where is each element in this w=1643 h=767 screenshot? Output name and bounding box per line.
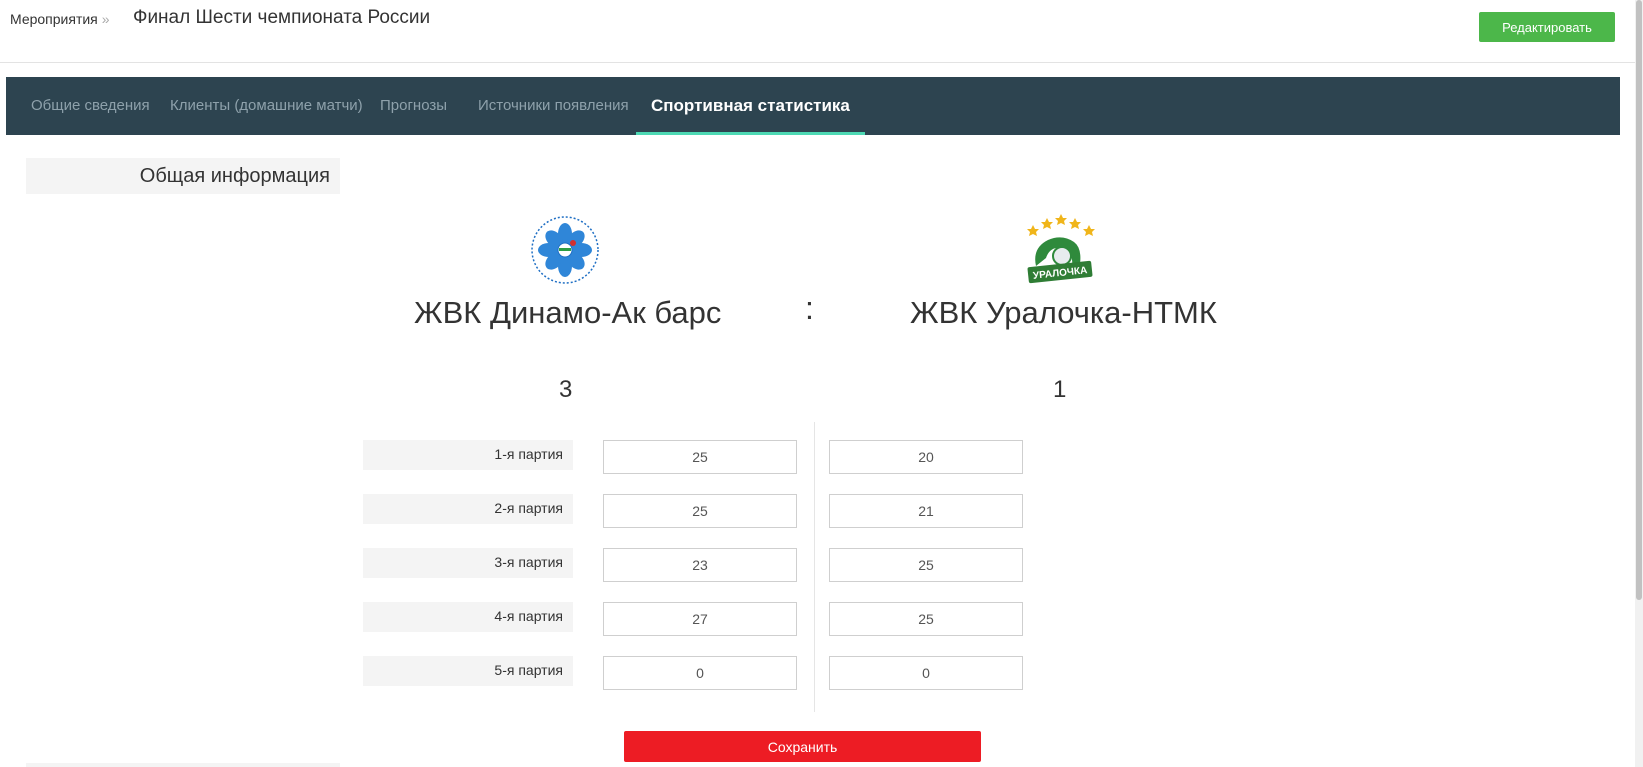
set-2-home-input[interactable]: [603, 494, 797, 528]
dinamo-kazan-logo: [530, 215, 600, 290]
score-separator: :: [805, 290, 814, 326]
home-team-name: ЖВК Динамо-Ак барс: [414, 295, 722, 330]
next-section-header: [26, 763, 340, 767]
set-1-away-input[interactable]: [829, 440, 1023, 474]
set-3-label: 3-я партия: [363, 548, 573, 578]
breadcrumb[interactable]: Мероприятия»: [10, 11, 110, 27]
page-title: Финал Шести чемпионата России: [133, 7, 431, 28]
tab-forecasts[interactable]: Прогнозы: [380, 77, 447, 135]
tab-bar: Общие сведения Клиенты (домашние матчи) …: [6, 77, 1620, 135]
tab-sports-statistics[interactable]: Спортивная статистика: [636, 77, 865, 135]
set-2-label: 2-я партия: [363, 494, 573, 524]
edit-button[interactable]: Редактировать: [1479, 12, 1615, 42]
set-5-away-input[interactable]: [829, 656, 1023, 690]
uralochka-logo: УРАЛОЧКА: [1022, 208, 1098, 291]
set-5-label: 5-я партия: [363, 656, 573, 686]
page-scrollbar[interactable]: [1635, 0, 1643, 767]
top-header: Мероприятия» Финал Шести чемпионата Росс…: [0, 0, 1635, 63]
breadcrumb-separator: »: [101, 11, 110, 27]
set-4-home-input[interactable]: [603, 602, 797, 636]
set-2-away-input[interactable]: [829, 494, 1023, 528]
set-1-home-input[interactable]: [603, 440, 797, 474]
away-team-name: ЖВК Уралочка-НТМК: [910, 295, 1217, 330]
scrollbar-thumb[interactable]: [1636, 0, 1642, 600]
section-title: Общая информация: [26, 158, 340, 194]
set-1-label: 1-я партия: [363, 440, 573, 470]
home-team-score: 3: [559, 376, 573, 403]
tab-clients-home-matches[interactable]: Клиенты (домашние матчи): [170, 77, 363, 135]
column-divider: [814, 422, 815, 712]
tab-general-info[interactable]: Общие сведения: [31, 77, 150, 135]
set-3-away-input[interactable]: [829, 548, 1023, 582]
breadcrumb-link[interactable]: Мероприятия: [10, 11, 98, 27]
away-team-score: 1: [1053, 376, 1067, 403]
set-4-label: 4-я партия: [363, 602, 573, 632]
set-3-home-input[interactable]: [603, 548, 797, 582]
set-4-away-input[interactable]: [829, 602, 1023, 636]
tab-sources[interactable]: Источники появления: [478, 77, 629, 135]
set-5-home-input[interactable]: [603, 656, 797, 690]
save-button[interactable]: Сохранить: [624, 731, 981, 762]
